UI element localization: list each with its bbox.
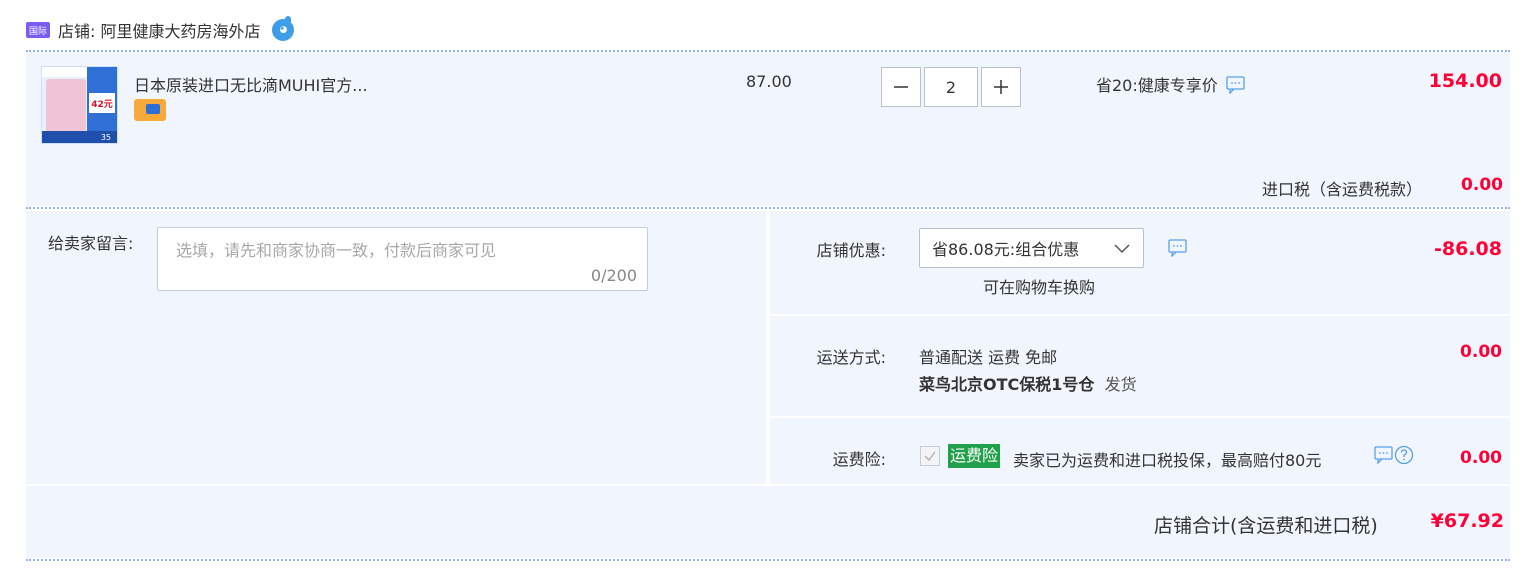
- item-subtotal: 154.00: [1428, 70, 1502, 92]
- message-label: 给卖家留言:: [48, 234, 134, 253]
- product-thumbnail[interactable]: 42元 35: [41, 66, 118, 144]
- shipping-method: 普通配送 运费 免邮: [919, 348, 1058, 367]
- unit-price: 87.00: [746, 72, 792, 91]
- warehouse-name: 菜鸟北京OTC保税1号仓: [919, 375, 1095, 394]
- shipping-label: 运送方式:: [816, 348, 886, 367]
- ship-text: 发货: [1104, 375, 1137, 394]
- insurance-badge: 运费险: [948, 444, 1001, 468]
- chat-bubble-icon[interactable]: [1168, 239, 1188, 261]
- increase-quantity-button[interactable]: [981, 67, 1021, 107]
- insurance-label: 运费险:: [832, 450, 886, 469]
- shop-name[interactable]: 店铺: 阿里健康大药房海外店: [58, 18, 260, 42]
- question-circle-icon[interactable]: [1394, 445, 1414, 469]
- quantity-stepper: 2: [881, 67, 1021, 107]
- product-title[interactable]: 日本原装进口无比滴MUHI官方...: [134, 72, 368, 96]
- message-placeholder: 选填，请先和商家协商一致，付款后商家可见: [176, 241, 497, 260]
- discount-value: -86.08: [1434, 238, 1502, 260]
- insurance-value: 0.00: [1460, 448, 1502, 468]
- import-tax-label: 进口税（含运费税款）: [1262, 180, 1423, 199]
- chevron-down-icon: [1113, 239, 1131, 257]
- message-char-counter: 0/200: [590, 266, 637, 285]
- summary-total: ¥67.92: [1430, 510, 1504, 532]
- warehouse-info: 菜鸟北京OTC保税1号仓 发货: [919, 371, 1137, 395]
- divider-mid: [26, 207, 1510, 209]
- import-tax-value: 0.00: [1461, 175, 1503, 195]
- divider-bottom: [26, 559, 1510, 561]
- discount-label: 店铺优惠:: [816, 241, 886, 260]
- coupon-note: 可在购物车换购: [982, 278, 1095, 297]
- chat-bubble-icon[interactable]: [1226, 76, 1246, 95]
- quantity-input[interactable]: 2: [924, 67, 978, 107]
- credit-card-icon: [134, 99, 166, 121]
- summary-label: 店铺合计(含运费和进口税): [1154, 515, 1378, 537]
- promotion-label: 省20:健康专享价: [1096, 76, 1218, 95]
- wangwang-chat-icon[interactable]: ◕: [272, 16, 295, 41]
- shop-header: 国际 店铺: 阿里健康大药房海外店 ◕: [26, 14, 295, 46]
- coupon-selected-value: 省86.08元:组合优惠: [932, 240, 1080, 259]
- global-shop-tag-icon: 国际: [26, 22, 50, 38]
- promotion-info: 省20:健康专享价: [1096, 72, 1246, 96]
- shipping-value: 0.00: [1460, 342, 1502, 362]
- insurance-text: 卖家已为运费和进口税投保，最高赔付80元: [1013, 451, 1322, 470]
- insurance-icons: [1374, 445, 1414, 469]
- insurance-checkbox[interactable]: [920, 446, 940, 466]
- decrease-quantity-button[interactable]: [881, 67, 921, 107]
- chat-bubble-icon[interactable]: [1374, 446, 1394, 468]
- coupon-select[interactable]: 省86.08元:组合优惠: [919, 228, 1144, 268]
- thumb-bottom-label: 35: [42, 131, 117, 143]
- thumb-price-badge: 42元: [89, 93, 115, 113]
